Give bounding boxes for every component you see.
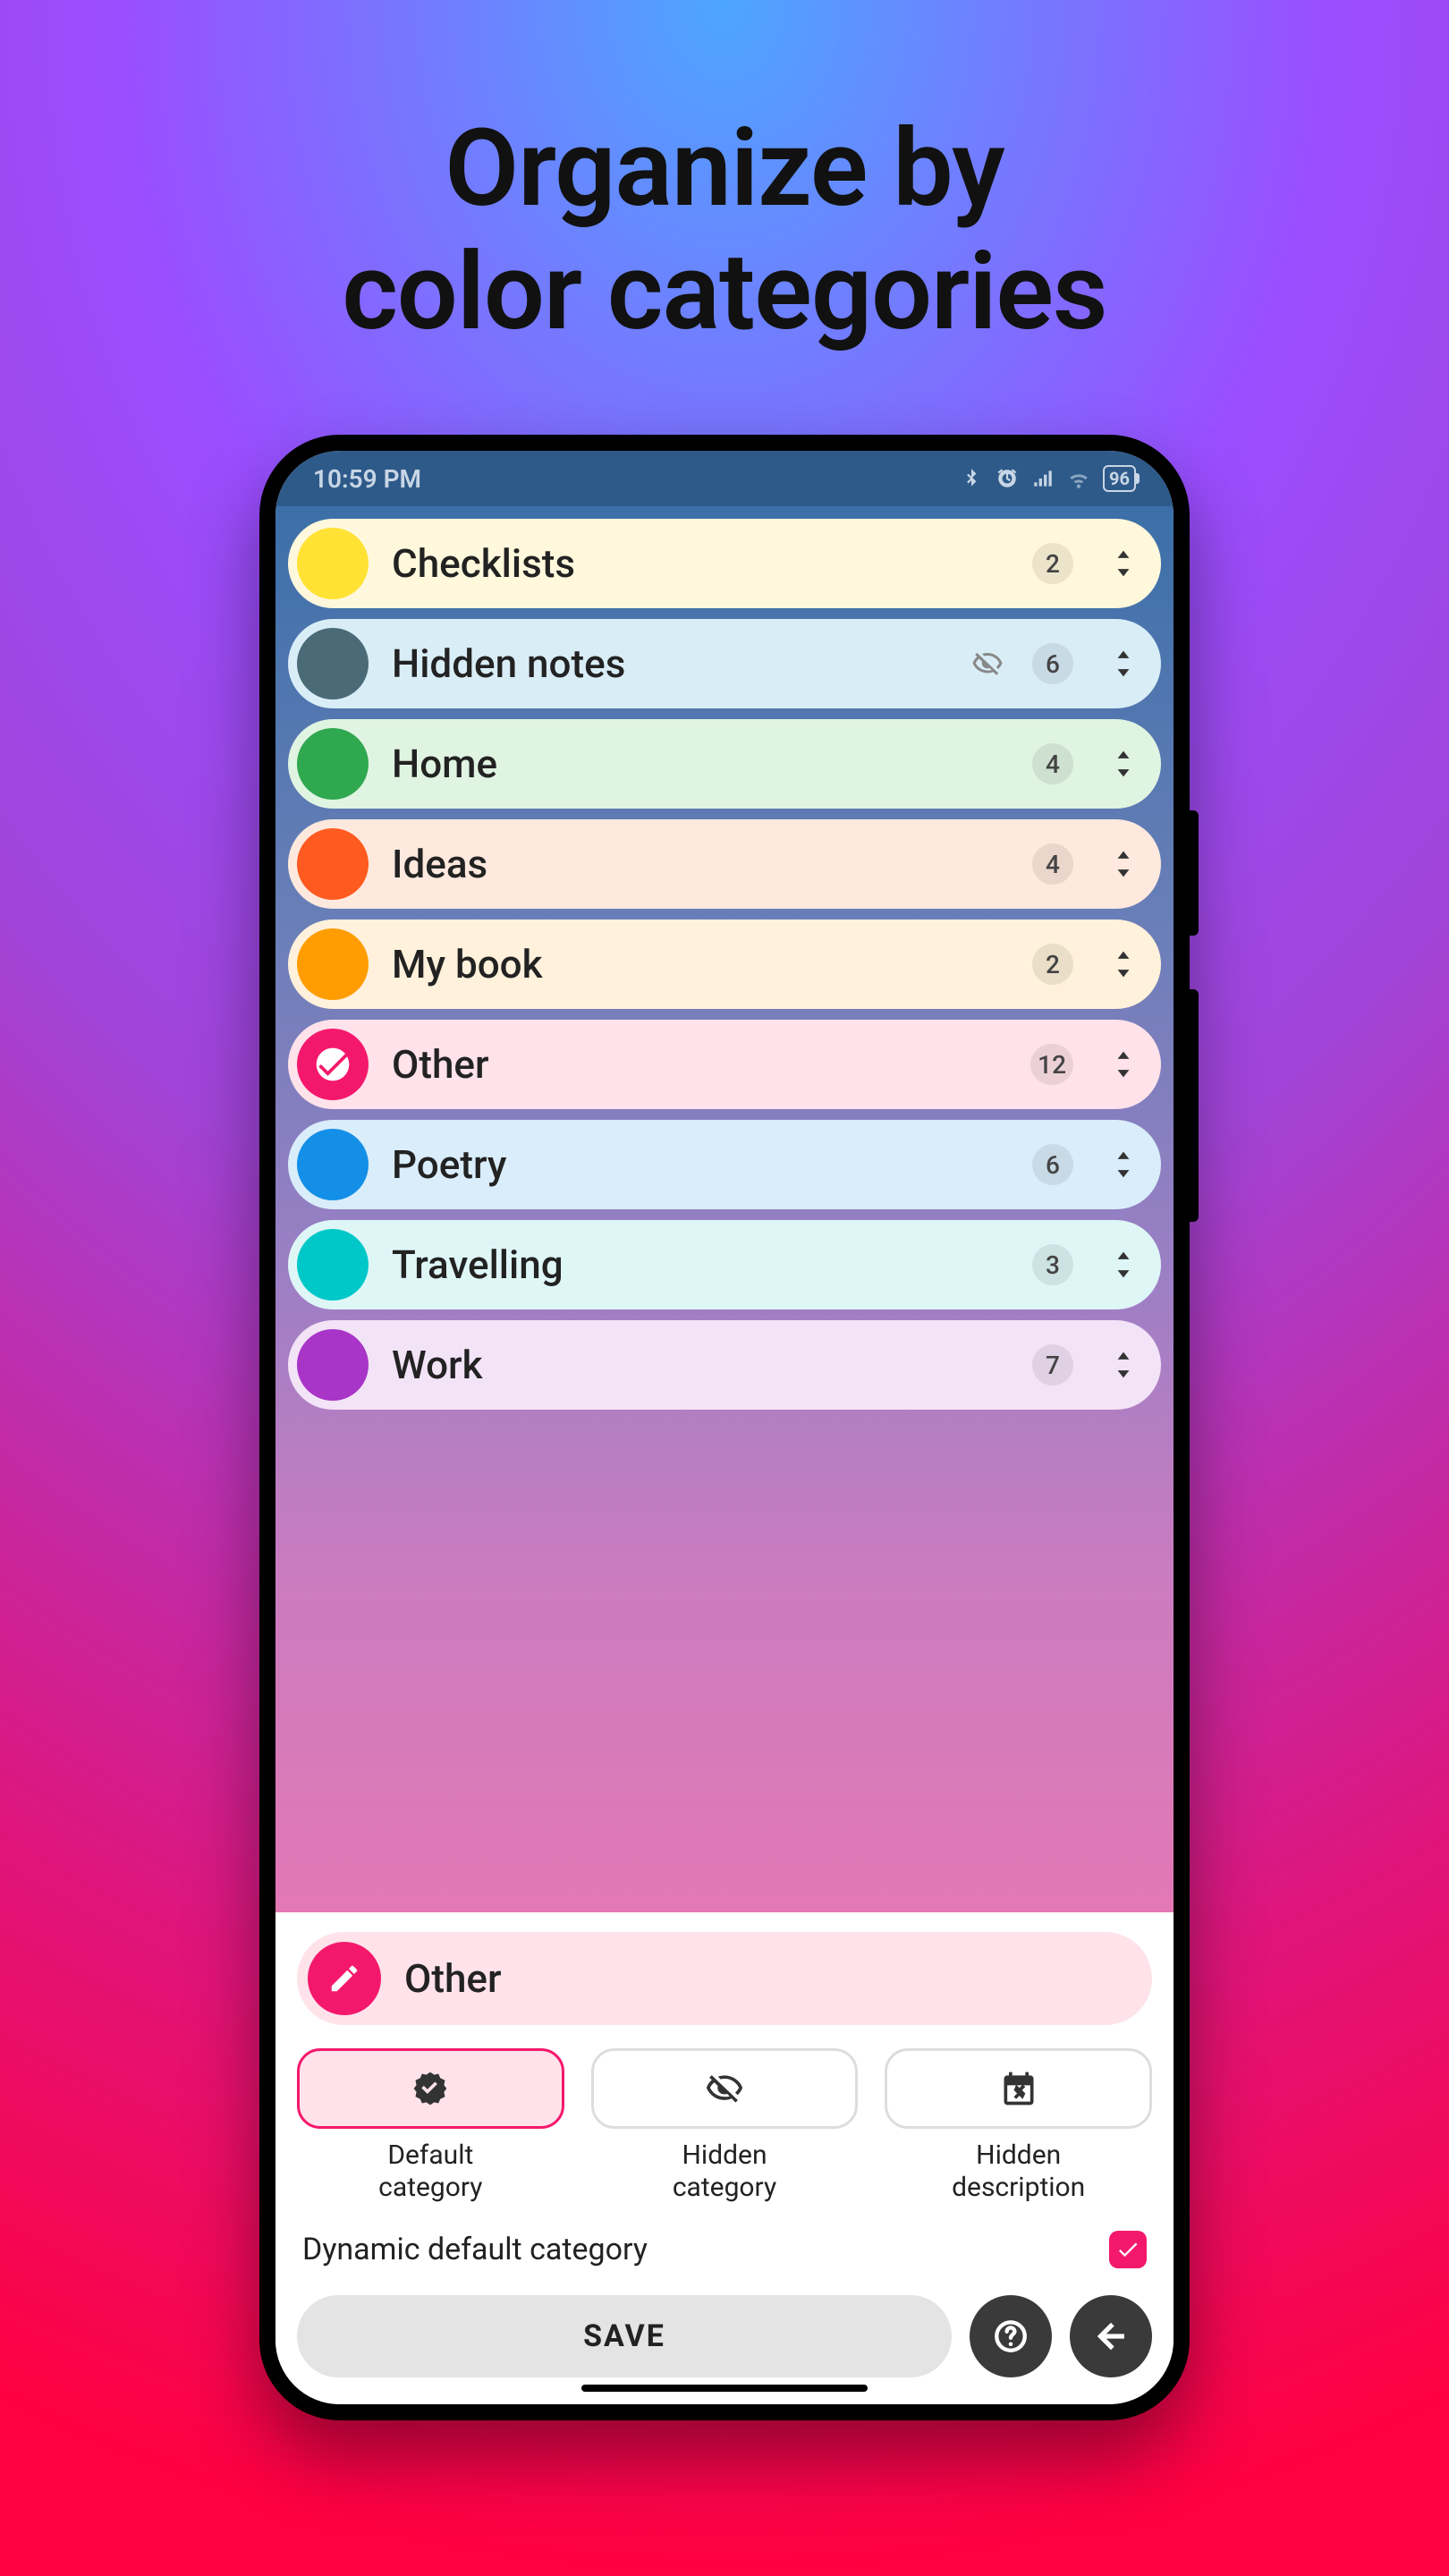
hidden-icon	[971, 648, 1004, 680]
category-color-dot	[297, 728, 369, 800]
category-row[interactable]: Ideas 4	[288, 819, 1161, 909]
reorder-handle[interactable]	[1106, 1151, 1141, 1178]
wifi-icon	[1067, 467, 1090, 490]
category-label: My book	[392, 941, 1009, 987]
reorder-handle[interactable]	[1106, 851, 1141, 877]
category-label: Checklists	[392, 540, 1009, 587]
category-row[interactable]: Poetry 6	[288, 1120, 1161, 1209]
back-button[interactable]	[1070, 2295, 1152, 2377]
dynamic-default-checkbox[interactable]	[1109, 2231, 1147, 2268]
category-color-dot	[297, 1129, 369, 1200]
category-row[interactable]: Work 7	[288, 1320, 1161, 1410]
category-name-input[interactable]: Other	[297, 1932, 1152, 2025]
option-label: Hiddencategory	[673, 2140, 776, 2204]
reorder-handle[interactable]	[1106, 750, 1141, 777]
category-color-dot	[297, 928, 369, 1000]
category-count: 6	[1032, 1144, 1073, 1185]
reorder-handle[interactable]	[1106, 550, 1141, 577]
option-hidden-description[interactable]	[885, 2048, 1152, 2129]
options-row: Defaultcategory Hiddencategory Hiddendescr…	[297, 2048, 1152, 2204]
dynamic-default-label: Dynamic default category	[302, 2232, 648, 2267]
option-label: Hiddendescription	[952, 2140, 1085, 2204]
eye-off-icon	[705, 2069, 744, 2108]
edit-icon	[308, 1942, 381, 2015]
save-button[interactable]: SAVE	[297, 2295, 952, 2377]
category-row[interactable]: My book 2	[288, 919, 1161, 1009]
category-label: Work	[392, 1342, 1009, 1388]
reorder-handle[interactable]	[1106, 1352, 1141, 1378]
battery-indicator: 96	[1103, 465, 1136, 492]
category-row[interactable]: Home 4	[288, 719, 1161, 809]
category-count: 2	[1032, 543, 1073, 584]
category-color-dot	[297, 528, 369, 599]
option-default-category[interactable]	[297, 2048, 564, 2129]
category-row[interactable]: Hidden notes 6	[288, 619, 1161, 708]
category-color-dot	[297, 628, 369, 699]
reorder-handle[interactable]	[1106, 951, 1141, 978]
category-count: 2	[1032, 944, 1073, 985]
category-label: Hidden notes	[392, 640, 948, 687]
reorder-handle[interactable]	[1106, 650, 1141, 677]
option-hidden-category[interactable]	[591, 2048, 859, 2129]
category-count: 12	[1030, 1044, 1073, 1085]
category-color-dot	[297, 1029, 369, 1100]
bluetooth-icon	[960, 467, 983, 490]
help-button[interactable]	[970, 2295, 1052, 2377]
status-bar: 10:59 PM 96	[275, 451, 1174, 506]
category-count: 3	[1032, 1244, 1073, 1285]
category-label: Other	[392, 1041, 1007, 1088]
verified-icon	[411, 2069, 450, 2108]
category-label: Travelling	[392, 1241, 1009, 1288]
category-row[interactable]: Other 12	[288, 1020, 1161, 1109]
category-count: 4	[1032, 843, 1073, 885]
home-indicator[interactable]	[581, 2385, 868, 2392]
category-color-dot	[297, 1229, 369, 1301]
category-label: Ideas	[392, 841, 1009, 887]
category-row[interactable]: Checklists 2	[288, 519, 1161, 608]
reorder-handle[interactable]	[1106, 1051, 1141, 1078]
category-label: Poetry	[392, 1141, 1009, 1188]
category-list: Checklists 2 Hidden notes 6 Home 4 Ideas 4 My bo…	[288, 519, 1161, 1410]
category-color-dot	[297, 1329, 369, 1401]
signal-icon	[1031, 467, 1055, 490]
category-label: Home	[392, 741, 1009, 787]
category-count: 4	[1032, 743, 1073, 784]
phone-frame: 10:59 PM 96 Checklists 2 Hidden notes 6 Home…	[259, 435, 1190, 2420]
category-color-dot	[297, 828, 369, 900]
status-time: 10:59 PM	[313, 464, 421, 494]
bottom-panel: Other Defaultcategory Hiddencategory Hidde…	[275, 1912, 1174, 2404]
category-count: 6	[1032, 643, 1073, 684]
headline: Organize bycolor categories	[342, 107, 1106, 354]
category-name-value: Other	[404, 1955, 502, 2002]
alarm-icon	[996, 467, 1019, 490]
option-label: Defaultcategory	[378, 2140, 482, 2204]
category-row[interactable]: Travelling 3	[288, 1220, 1161, 1309]
reorder-handle[interactable]	[1106, 1251, 1141, 1278]
date-off-icon	[999, 2069, 1038, 2108]
category-count: 7	[1032, 1344, 1073, 1385]
